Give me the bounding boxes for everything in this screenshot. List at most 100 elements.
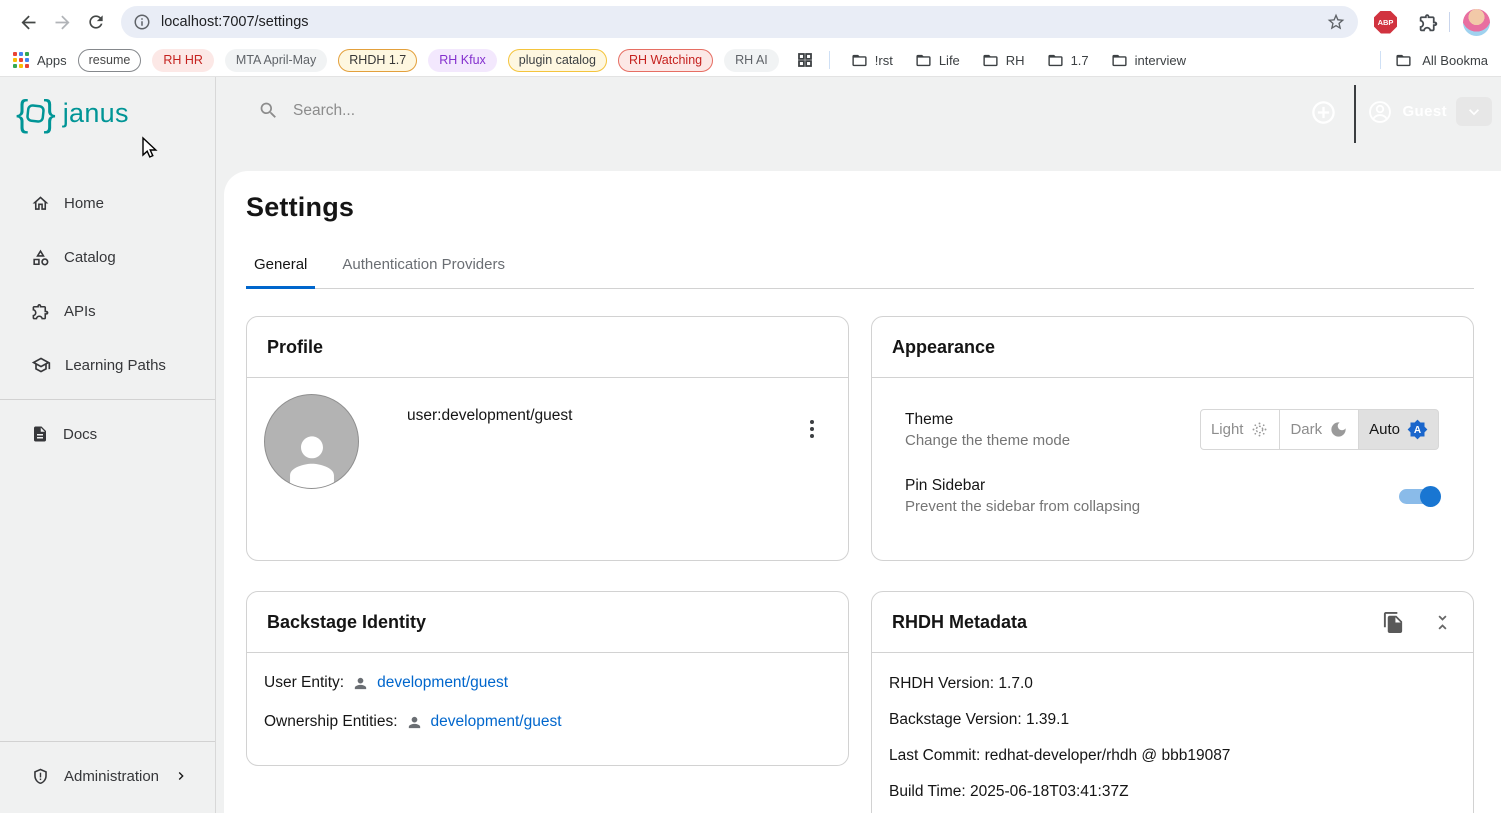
logo-name: janus bbox=[63, 98, 129, 129]
user-menu[interactable]: Guest bbox=[1367, 97, 1492, 126]
bookmark-star-icon[interactable] bbox=[1326, 12, 1346, 32]
bookmark-folder-list: !rst Life RH 1.7 interview bbox=[851, 52, 1186, 69]
extensions-puzzle-icon bbox=[1418, 12, 1439, 33]
theme-option-label: Light bbox=[1211, 421, 1244, 438]
apps-grid-icon bbox=[13, 52, 29, 68]
metadata-line: RHDH Version: 1.7.0 bbox=[889, 675, 1456, 693]
janus-logo[interactable]: { } janus bbox=[0, 77, 215, 149]
settings-tabs: General Authentication Providers bbox=[246, 256, 1474, 289]
docs-icon bbox=[31, 425, 49, 443]
extensions-button[interactable] bbox=[1411, 5, 1445, 39]
sidebar-item-administration[interactable]: Administration bbox=[0, 750, 215, 802]
back-arrow-icon bbox=[18, 12, 39, 33]
forward-arrow-icon bbox=[52, 12, 73, 33]
bookmark-folder[interactable]: RH bbox=[982, 52, 1025, 69]
bookmark-pill[interactable]: RH HR bbox=[152, 49, 214, 72]
theme-option-dark[interactable]: Dark bbox=[1279, 409, 1359, 450]
collapse-icon[interactable] bbox=[1432, 612, 1453, 633]
identity-card-title: Backstage Identity bbox=[267, 612, 426, 633]
forward-button[interactable] bbox=[45, 5, 79, 39]
graduation-cap-icon bbox=[31, 355, 51, 375]
auto-brightness-icon: A bbox=[1407, 419, 1428, 440]
adblock-extension-icon[interactable]: ABP bbox=[1374, 11, 1397, 34]
bookmark-pill[interactable]: resume bbox=[78, 49, 142, 72]
browser-profile-avatar[interactable] bbox=[1463, 9, 1490, 36]
global-search[interactable] bbox=[258, 100, 673, 121]
person-icon bbox=[352, 675, 369, 692]
folder-label: !rst bbox=[875, 53, 893, 68]
browser-toolbar: localhost:7007/settings ABP bbox=[0, 0, 1501, 44]
pin-sidebar-toggle[interactable] bbox=[1399, 489, 1439, 504]
profile-entity-ref: user:development/guest bbox=[407, 407, 572, 425]
chevron-right-icon[interactable] bbox=[173, 768, 189, 784]
all-bookmarks-label: All Bookma bbox=[1422, 53, 1488, 68]
user-entity-row: User Entity: development/guest bbox=[247, 674, 848, 692]
settings-page: Settings General Authentication Provider… bbox=[224, 171, 1501, 813]
bookmark-pill[interactable]: RHDH 1.7 bbox=[338, 49, 417, 72]
appearance-card-title: Appearance bbox=[892, 337, 995, 358]
search-icon bbox=[258, 100, 279, 121]
bookmark-folder[interactable]: Life bbox=[915, 52, 960, 69]
tab-general[interactable]: General bbox=[246, 256, 315, 289]
pin-sidebar-row: Pin Sidebar Prevent the sidebar from col… bbox=[872, 477, 1473, 515]
sidebar-item-label: Administration bbox=[64, 768, 159, 785]
all-bookmarks[interactable]: All Bookma bbox=[1376, 51, 1488, 69]
url-bar[interactable]: localhost:7007/settings bbox=[121, 6, 1358, 38]
reload-button[interactable] bbox=[79, 5, 113, 39]
site-info-icon[interactable] bbox=[133, 13, 151, 31]
apps-label: Apps bbox=[37, 53, 67, 68]
ownership-entities-label: Ownership Entities: bbox=[264, 713, 398, 731]
theme-option-light[interactable]: Light bbox=[1200, 409, 1281, 450]
user-entity-link[interactable]: development/guest bbox=[377, 674, 508, 692]
theme-setting-text: Theme Change the theme mode bbox=[905, 411, 1070, 449]
sidebar: { } janus Home Catalog APIs Learning Pat… bbox=[0, 77, 216, 813]
bookmark-pill[interactable]: RH AI bbox=[724, 49, 779, 72]
grid-bookmark-icon[interactable] bbox=[796, 51, 814, 69]
pin-sidebar-description: Prevent the sidebar from collapsing bbox=[905, 498, 1140, 515]
user-circle-icon bbox=[1367, 99, 1393, 125]
more-options-button[interactable] bbox=[806, 416, 818, 442]
profile-card: Profile user:development/guest bbox=[246, 316, 849, 561]
folder-icon bbox=[1047, 52, 1064, 69]
bookmark-pill[interactable]: MTA April-May bbox=[225, 49, 327, 72]
folder-icon bbox=[851, 52, 868, 69]
copy-icon[interactable] bbox=[1382, 611, 1405, 634]
back-button[interactable] bbox=[11, 5, 45, 39]
sidebar-item-label: APIs bbox=[64, 303, 96, 320]
sidebar-item-apis[interactable]: APIs bbox=[0, 284, 215, 338]
user-menu-toggle[interactable] bbox=[1456, 97, 1492, 126]
tab-authentication-providers[interactable]: Authentication Providers bbox=[334, 256, 513, 289]
create-button[interactable] bbox=[1310, 99, 1337, 126]
theme-option-label: Auto bbox=[1369, 421, 1400, 438]
plus-circle-icon bbox=[1310, 99, 1337, 126]
profile-card-title: Profile bbox=[267, 337, 323, 358]
catalog-icon bbox=[31, 248, 50, 267]
bookmark-pill[interactable]: RH Kfux bbox=[428, 49, 497, 72]
sidebar-item-learning-paths[interactable]: Learning Paths bbox=[0, 338, 215, 392]
bookmark-folder[interactable]: !rst bbox=[851, 52, 893, 69]
bookmark-pill[interactable]: RH Watching bbox=[618, 49, 713, 72]
metadata-line: Build Time: 2025-06-18T03:41:37Z bbox=[889, 783, 1456, 801]
ownership-entities-link[interactable]: development/guest bbox=[431, 713, 562, 731]
sidebar-item-catalog[interactable]: Catalog bbox=[0, 230, 215, 284]
folder-icon bbox=[1111, 52, 1128, 69]
apps-shortcut[interactable]: Apps bbox=[13, 52, 67, 68]
bookmarks-divider bbox=[1380, 51, 1381, 69]
theme-description: Change the theme mode bbox=[905, 432, 1070, 449]
sidebar-item-home[interactable]: Home bbox=[0, 176, 215, 230]
sidebar-item-label: Learning Paths bbox=[65, 357, 166, 374]
app-window: { } janus Home Catalog APIs Learning Pat… bbox=[0, 76, 1501, 813]
folder-label: interview bbox=[1135, 53, 1186, 68]
sidebar-item-docs[interactable]: Docs bbox=[0, 407, 215, 461]
reload-icon bbox=[86, 12, 106, 32]
identity-card-header: Backstage Identity bbox=[247, 592, 848, 653]
home-icon bbox=[31, 194, 50, 213]
header-divider bbox=[1354, 85, 1356, 143]
bookmark-folder[interactable]: 1.7 bbox=[1047, 52, 1089, 69]
bookmark-pill[interactable]: plugin catalog bbox=[508, 49, 607, 72]
folder-label: Life bbox=[939, 53, 960, 68]
theme-option-auto[interactable]: Auto A bbox=[1358, 409, 1439, 450]
bookmark-folder[interactable]: interview bbox=[1111, 52, 1186, 69]
search-input[interactable] bbox=[293, 102, 673, 120]
user-label: Guest bbox=[1402, 103, 1447, 120]
